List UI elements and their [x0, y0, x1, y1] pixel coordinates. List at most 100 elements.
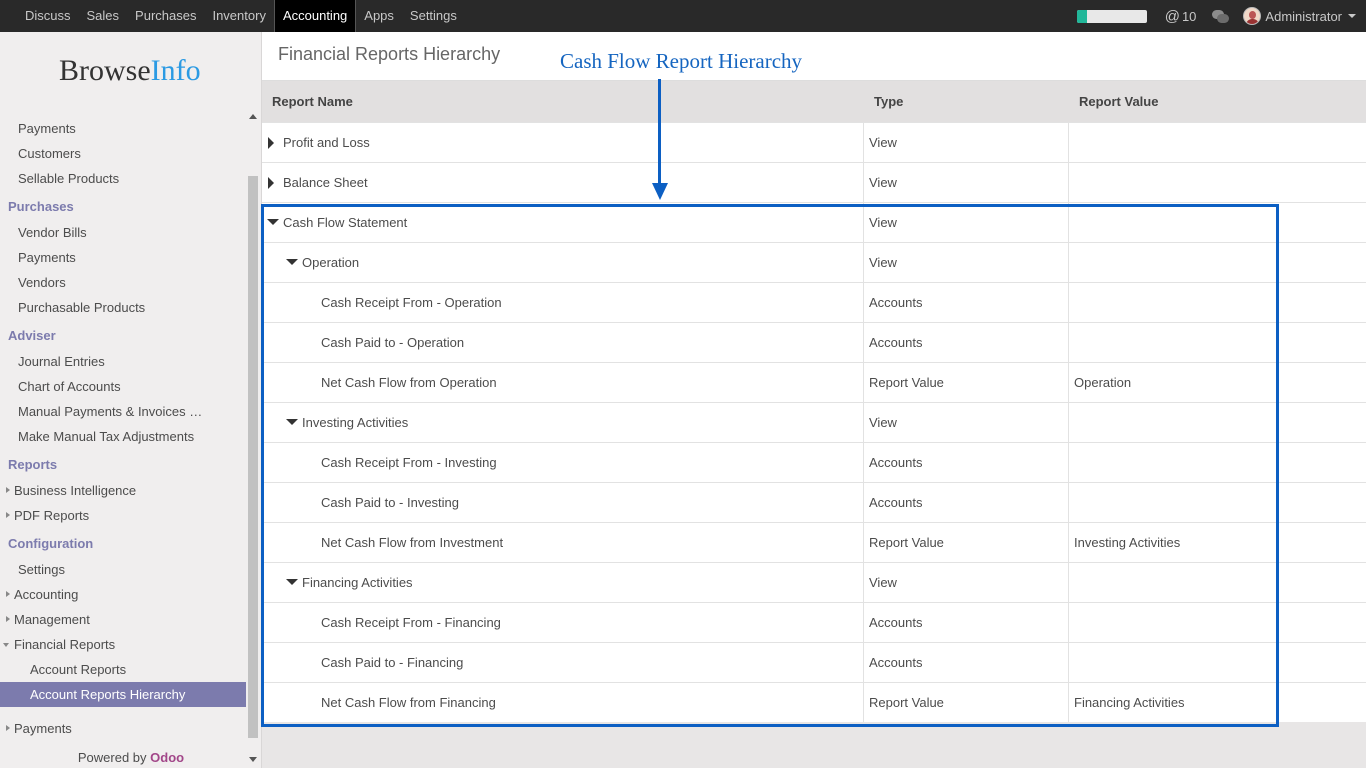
report-value-cell — [1069, 283, 1366, 322]
sidebar-item-journal-entries[interactable]: Journal Entries — [0, 349, 246, 374]
report-name-cell: Balance Sheet — [262, 163, 864, 202]
report-value-cell — [1069, 643, 1366, 682]
report-name-cell: Net Cash Flow from Operation — [262, 363, 864, 402]
sidebar-item-payments[interactable]: Payments — [0, 245, 246, 270]
report-value-cell — [1069, 123, 1366, 162]
report-type-cell: View — [864, 163, 1069, 202]
report-value-cell — [1069, 203, 1366, 242]
sidebar-item-make-manual-tax-adjustments[interactable]: Make Manual Tax Adjustments — [0, 424, 246, 449]
sidebar-item-account-reports-hierarchy[interactable]: Account Reports Hierarchy — [0, 682, 246, 707]
report-name: Investing Activities — [302, 415, 409, 430]
report-type-cell: View — [864, 563, 1069, 602]
sidebar-item-settings[interactable]: Settings — [0, 557, 246, 582]
sidebar-item-payments[interactable]: Payments — [0, 116, 246, 141]
top-menu-accounting[interactable]: Accounting — [273, 0, 357, 32]
report-value-cell — [1069, 323, 1366, 362]
caret-down-icon[interactable] — [286, 259, 298, 265]
report-type-cell: Accounts — [864, 603, 1069, 642]
column-header-type[interactable]: Type — [864, 81, 1069, 122]
sidebar-bottom: Payments — [0, 716, 246, 741]
sidebar-section-adviser: Adviser — [8, 328, 56, 343]
caret-right-icon[interactable] — [268, 137, 274, 149]
sidebar-section-reports: Reports — [8, 457, 58, 472]
table-row[interactable]: Profit and Loss View — [262, 122, 1366, 162]
sidebar-item-financial-reports[interactable]: Financial Reports — [0, 632, 246, 657]
sidebar-item-chart-of-accounts[interactable]: Chart of Accounts — [0, 374, 246, 399]
report-name: Operation — [302, 255, 360, 270]
main-content: Financial Reports Hierarchy Cash Flow Re… — [262, 32, 1366, 768]
caret-down-icon[interactable] — [267, 219, 279, 225]
table-row[interactable]: Net Cash Flow from Operation Report Value… — [262, 362, 1366, 402]
odoo-link[interactable]: Odoo — [150, 750, 184, 765]
top-menu-purchases[interactable]: Purchases — [127, 0, 204, 32]
sidebar-item-accounting[interactable]: Accounting — [0, 582, 246, 607]
avatar — [1243, 7, 1262, 25]
top-menu-settings[interactable]: Settings — [402, 0, 465, 32]
sidebar-item-business-intelligence[interactable]: Business Intelligence — [0, 478, 246, 503]
caret-down-icon[interactable] — [286, 419, 298, 425]
table-row[interactable]: Balance Sheet View — [262, 162, 1366, 202]
top-navbar: Discuss Sales Purchases Inventory Accounting… — [0, 0, 1366, 32]
column-header-value[interactable]: Report Value — [1069, 81, 1366, 122]
report-type-cell: Accounts — [864, 483, 1069, 522]
report-name-cell: Profit and Loss — [262, 123, 864, 162]
sidebar-item-vendor-bills[interactable]: Vendor Bills — [0, 220, 246, 245]
systray: @ 10 Administrator — [1076, 0, 1366, 32]
report-name: Cash Paid to - Investing — [321, 495, 460, 510]
report-type-cell: View — [864, 403, 1069, 442]
annotation-arrow — [658, 79, 661, 187]
sidebar-item-sellable-products[interactable]: Sellable Products — [0, 166, 246, 191]
report-name-cell: Operation — [262, 243, 864, 282]
table-row[interactable]: Cash Receipt From - Financing Accounts — [262, 602, 1366, 642]
report-name-cell: Financing Activities — [262, 563, 864, 602]
report-name-cell: Net Cash Flow from Investment — [262, 523, 864, 562]
table-row[interactable]: Cash Receipt From - Investing Accounts — [262, 442, 1366, 482]
report-name: Cash Receipt From - Financing — [321, 615, 501, 630]
table-row[interactable]: Financing Activities View — [262, 562, 1366, 602]
scrollbar-thumb[interactable] — [248, 176, 258, 738]
table-row[interactable]: Cash Paid to - Financing Accounts — [262, 642, 1366, 682]
company-logo: BrowseInfo — [59, 54, 201, 87]
report-value-cell — [1069, 483, 1366, 522]
column-header-name[interactable]: Report Name — [262, 81, 864, 122]
user-menu[interactable]: Administrator — [1243, 7, 1356, 25]
progress-fill — [1076, 9, 1088, 23]
caret-right-icon[interactable] — [268, 177, 274, 189]
table-row[interactable]: Cash Receipt From - Operation Accounts — [262, 282, 1366, 322]
sidebar-item-management[interactable]: Management — [0, 607, 246, 632]
report-name-cell: Cash Receipt From - Operation — [262, 283, 864, 322]
table-row[interactable]: Cash Flow Statement View — [262, 202, 1366, 242]
mentions-button[interactable]: @ 10 — [1165, 8, 1197, 25]
report-value-cell — [1069, 603, 1366, 642]
report-name-cell: Investing Activities — [262, 403, 864, 442]
table-row[interactable]: Cash Paid to - Operation Accounts — [262, 322, 1366, 362]
report-name: Cash Flow Statement — [283, 215, 408, 230]
chat-icon[interactable] — [1212, 9, 1230, 23]
report-table: Report Name Type Report Value Profit and… — [262, 81, 1366, 722]
at-icon: @ — [1164, 7, 1180, 25]
sidebar-scrollbar[interactable] — [246, 112, 261, 762]
table-row[interactable]: Operation View — [262, 242, 1366, 282]
table-row[interactable]: Investing Activities View — [262, 402, 1366, 442]
sidebar-item-payments-bottom[interactable]: Payments — [0, 716, 246, 741]
sidebar-item-account-reports[interactable]: Account Reports — [0, 657, 246, 682]
scroll-up-icon[interactable] — [249, 114, 257, 119]
sidebar-item-vendors[interactable]: Vendors — [0, 270, 246, 295]
top-menu-inventory[interactable]: Inventory — [204, 0, 273, 32]
caret-down-icon[interactable] — [286, 579, 298, 585]
report-name-cell: Cash Paid to - Operation — [262, 323, 864, 362]
report-name-cell: Cash Paid to - Financing — [262, 643, 864, 682]
sidebar-item-purchasable-products[interactable]: Purchasable Products — [0, 295, 246, 320]
table-row[interactable]: Net Cash Flow from Investment Report Valu… — [262, 522, 1366, 562]
table-row[interactable]: Cash Paid to - Investing Accounts — [262, 482, 1366, 522]
top-menu-discuss[interactable]: Discuss — [17, 0, 79, 32]
sidebar-item-customers[interactable]: Customers — [0, 141, 246, 166]
top-menu-sales[interactable]: Sales — [79, 0, 128, 32]
report-value-cell — [1069, 443, 1366, 482]
report-value-cell: Investing Activities — [1074, 535, 1181, 550]
progress-bar[interactable] — [1076, 9, 1147, 23]
sidebar-item-pdf-reports[interactable]: PDF Reports — [0, 503, 246, 528]
table-row[interactable]: Net Cash Flow from Financing Report Value… — [262, 682, 1366, 722]
sidebar-item-manual-payments-invoices[interactable]: Manual Payments & Invoices … — [0, 399, 246, 424]
top-menu-apps[interactable]: Apps — [356, 0, 402, 32]
